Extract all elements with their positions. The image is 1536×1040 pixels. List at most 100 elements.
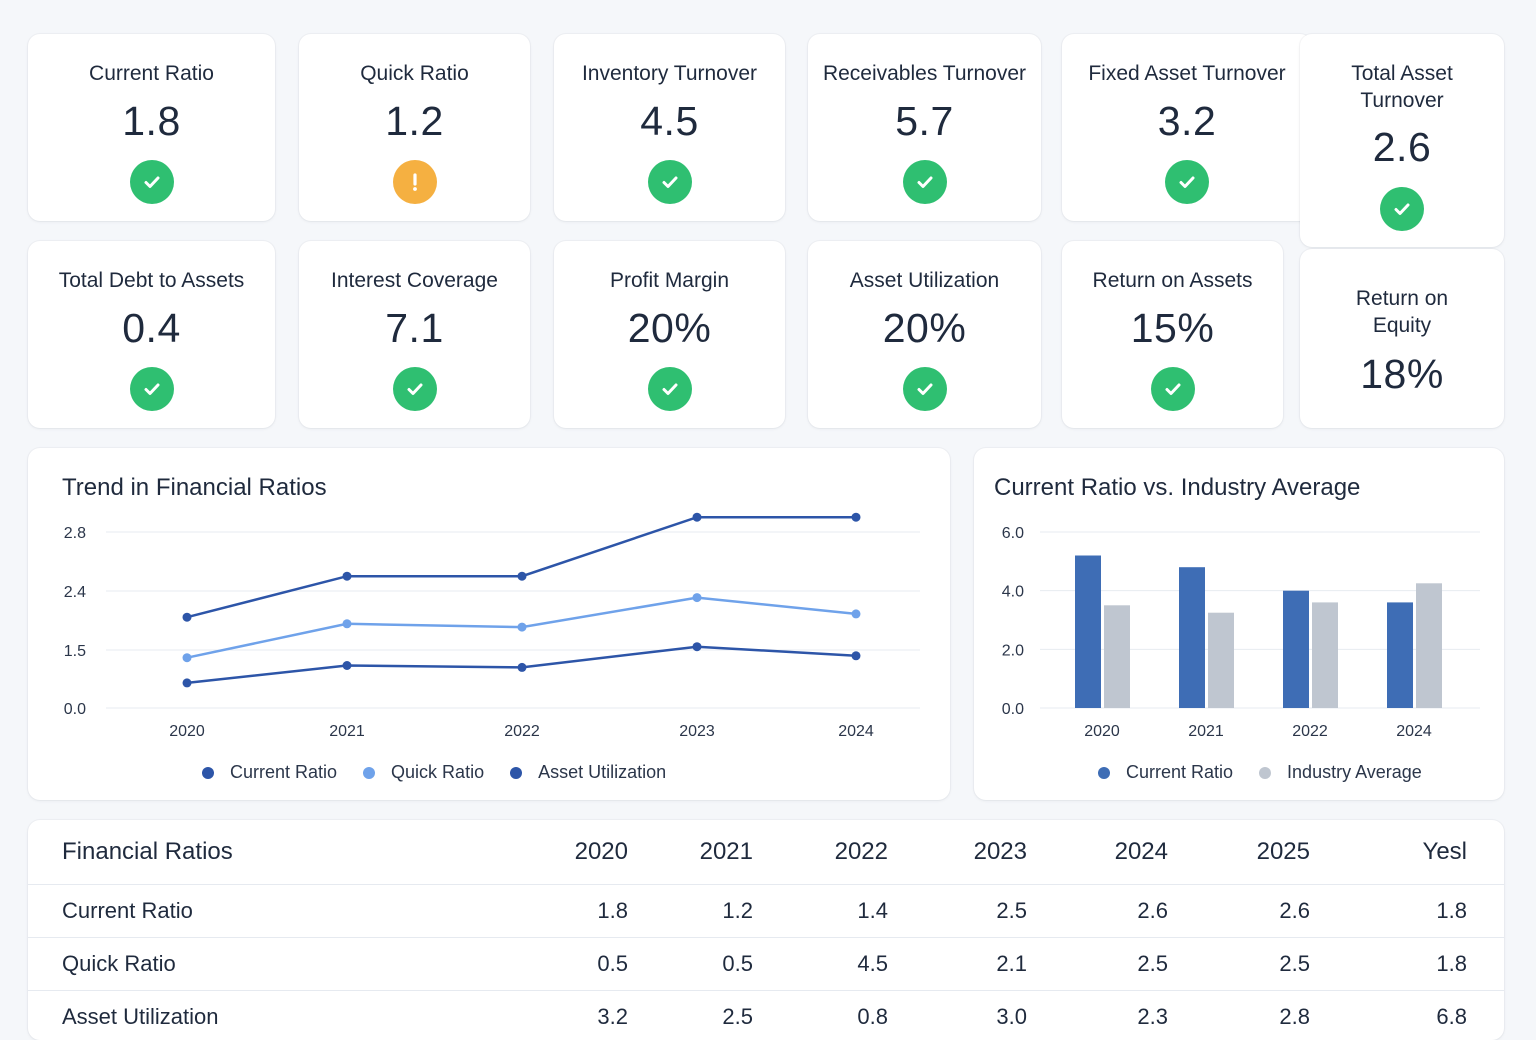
column-header[interactable]: 2025 — [1169, 820, 1311, 885]
chart-legend: Current Ratio Quick Ratio Asset Utilizat… — [202, 762, 692, 783]
column-header[interactable]: 2023 — [889, 820, 1028, 885]
kpi-card-total-asset-turnover[interactable]: Total Asset Turnover 2.6 — [1300, 34, 1504, 247]
kpi-value: 1.8 — [28, 98, 275, 145]
legend-dot — [363, 767, 375, 779]
table-cell: 1.2 — [629, 885, 754, 938]
data-point — [518, 663, 527, 672]
kpi-value: 2.6 — [1300, 124, 1504, 171]
legend-item: Industry Average — [1259, 762, 1422, 783]
financial-ratios-table: Financial Ratios 2020 2021 2022 2023 202… — [28, 820, 1504, 1040]
kpi-card-inventory-turnover[interactable]: Inventory Turnover 4.5 — [554, 34, 785, 221]
x-tick-label: 2022 — [504, 723, 540, 740]
check-icon — [130, 367, 174, 411]
industry-chart-panel: Current Ratio vs. Industry Average 0.02.… — [974, 448, 1504, 800]
data-point — [183, 613, 192, 622]
kpi-label: Interest Coverage — [299, 267, 530, 294]
kpi-label: Profit Margin — [554, 267, 785, 294]
table-spacer — [1468, 991, 1504, 1040]
column-header[interactable]: 2024 — [1028, 820, 1169, 885]
kpi-label: Receivables Turnover — [808, 60, 1041, 87]
bar — [1179, 567, 1205, 708]
table-cell: 0.8 — [754, 991, 889, 1040]
data-point — [852, 651, 861, 660]
industry-bar-chart: 0.02.04.06.02020202120222024 — [974, 448, 1504, 800]
data-point — [693, 593, 702, 602]
data-point — [518, 623, 527, 632]
kpi-value: 3.2 — [1062, 98, 1312, 145]
table-title: Financial Ratios — [28, 820, 504, 885]
kpi-value: 15% — [1062, 305, 1283, 352]
column-header[interactable]: 2022 — [754, 820, 889, 885]
column-spacer — [1468, 820, 1504, 885]
bar — [1387, 602, 1413, 708]
check-icon — [130, 160, 174, 204]
table-cell: 2.6 — [1169, 885, 1311, 938]
table-cell: 2.6 — [1028, 885, 1169, 938]
trend-chart-panel: Trend in Financial Ratios 0.01.52.42.820… — [28, 448, 950, 800]
kpi-value: 5.7 — [808, 98, 1041, 145]
kpi-card-fixed-asset-turnover[interactable]: Fixed Asset Turnover 3.2 — [1062, 34, 1312, 221]
table-cell: 4.5 — [754, 938, 889, 991]
legend-label: Asset Utilization — [538, 762, 666, 783]
legend-label: Industry Average — [1287, 762, 1422, 783]
kpi-label: Current Ratio — [28, 60, 275, 87]
kpi-card-return-on-assets[interactable]: Return on Assets 15% — [1062, 241, 1283, 428]
chart-legend: Current Ratio Industry Average — [1098, 762, 1448, 783]
kpi-card-interest-coverage[interactable]: Interest Coverage 7.1 — [299, 241, 530, 428]
warning-icon — [393, 160, 437, 204]
kpi-card-profit-margin[interactable]: Profit Margin 20% — [554, 241, 785, 428]
y-tick-label: 6.0 — [1002, 525, 1024, 542]
kpi-card-current-ratio[interactable]: Current Ratio 1.8 — [28, 34, 275, 221]
data-point — [518, 572, 527, 581]
kpi-value: 7.1 — [299, 305, 530, 352]
kpi-label: Quick Ratio — [299, 60, 530, 87]
kpi-label: Return on Assets — [1062, 267, 1283, 294]
kpi-value: 4.5 — [554, 98, 785, 145]
table-cell: 1.8 — [1311, 938, 1468, 991]
table-spacer — [1468, 938, 1504, 991]
legend-dot — [1098, 767, 1110, 779]
legend-dot — [202, 767, 214, 779]
table-row[interactable]: Asset Utilization 3.2 2.5 0.8 3.0 2.3 2.… — [28, 991, 1504, 1040]
data-point — [343, 619, 352, 628]
kpi-value: 0.4 — [28, 305, 275, 352]
x-tick-label: 2022 — [1292, 723, 1328, 740]
check-icon — [903, 160, 947, 204]
legend-label: Quick Ratio — [391, 762, 484, 783]
y-tick-label: 2.4 — [64, 584, 86, 601]
data-point — [852, 513, 861, 522]
kpi-card-total-debt-to-assets[interactable]: Total Debt to Assets 0.4 — [28, 241, 275, 428]
kpi-label: Fixed Asset Turnover — [1062, 60, 1312, 87]
legend-dot — [510, 767, 522, 779]
bar — [1283, 591, 1309, 708]
check-icon — [903, 367, 947, 411]
data-point — [183, 653, 192, 662]
x-tick-label: 2024 — [838, 723, 874, 740]
check-icon — [1151, 367, 1195, 411]
kpi-card-asset-utilization[interactable]: Asset Utilization 20% — [808, 241, 1041, 428]
y-tick-label: 1.5 — [64, 643, 86, 660]
table-cell: 3.2 — [504, 991, 629, 1040]
column-header[interactable]: 2021 — [629, 820, 754, 885]
table-cell: 1.8 — [504, 885, 629, 938]
table-row[interactable]: Quick Ratio 0.5 0.5 4.5 2.1 2.5 2.5 1.8 — [28, 938, 1504, 991]
table-cell: 2.5 — [629, 991, 754, 1040]
legend-item: Current Ratio — [202, 762, 337, 783]
bar — [1208, 613, 1234, 708]
data-point — [183, 678, 192, 687]
column-header[interactable]: 2020 — [504, 820, 629, 885]
kpi-card-receivables-turnover[interactable]: Receivables Turnover 5.7 — [808, 34, 1041, 221]
legend-item: Quick Ratio — [363, 762, 484, 783]
y-tick-label: 0.0 — [1002, 701, 1024, 718]
table-row[interactable]: Current Ratio 1.8 1.2 1.4 2.5 2.6 2.6 1.… — [28, 885, 1504, 938]
table-cell: 0.5 — [504, 938, 629, 991]
table-spacer — [1468, 885, 1504, 938]
kpi-card-quick-ratio[interactable]: Quick Ratio 1.2 — [299, 34, 530, 221]
table-cell: 1.4 — [754, 885, 889, 938]
data-point — [343, 661, 352, 670]
y-tick-label: 2.0 — [1002, 642, 1024, 659]
kpi-label: Total Asset Turnover — [1300, 60, 1504, 114]
column-header[interactable]: Yesl — [1311, 820, 1468, 885]
kpi-card-return-on-equity[interactable]: Return on Equity 18% — [1300, 249, 1504, 428]
bar — [1416, 583, 1442, 708]
